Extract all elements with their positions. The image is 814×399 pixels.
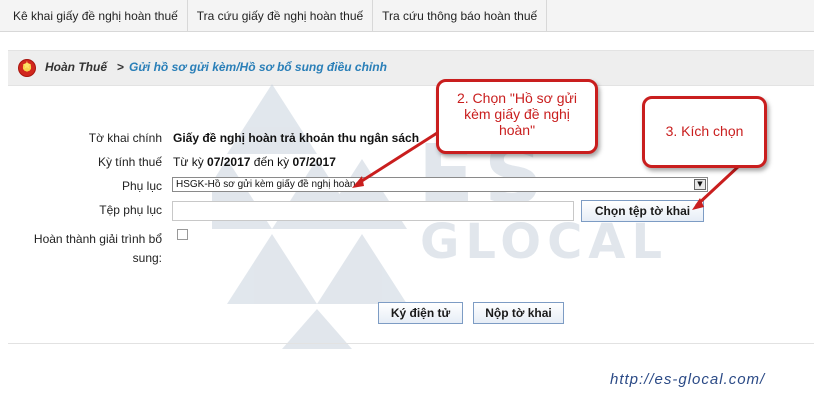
breadcrumb-separator: > — [117, 60, 125, 74]
tep-phu-luc-label: Tệp phụ lục — [99, 203, 162, 217]
ky-tinh-thue-value: Từ kỳ 07/2017 đến kỳ 07/2017 — [173, 155, 336, 169]
phu-luc-selected-value: HSGK-Hồ sơ gửi kèm giấy đề nghị hoàn — [176, 179, 356, 190]
tab-tra-cuu-thong-bao[interactable]: Tra cứu thông báo hoàn thuế — [373, 0, 548, 32]
callout-step-2: 2. Chọn "Hồ sơ gửi kèm giấy đề nghị hoàn… — [436, 79, 598, 154]
phu-luc-label: Phụ lục — [121, 179, 162, 193]
national-emblem-icon — [18, 59, 36, 77]
hoan-thanh-label-line2: sung: — [132, 251, 162, 265]
hoan-thanh-label: Hoàn thành giải trình bổ sung: — [8, 230, 162, 268]
submit-button[interactable]: Nộp tờ khai — [473, 302, 564, 324]
watermark-glocal: GLOCAL — [420, 214, 669, 270]
hoan-thanh-checkbox[interactable] — [177, 229, 188, 240]
callout-step-3: 3. Kích chọn — [642, 96, 767, 168]
chevron-down-icon[interactable]: ▼ — [694, 179, 706, 190]
ky-from: 07/2017 — [207, 155, 251, 169]
ky-from-prefix: Từ kỳ — [173, 155, 204, 169]
watermark-url: http://es-glocal.com/ — [610, 371, 766, 388]
phu-luc-select[interactable]: HSGK-Hồ sơ gửi kèm giấy đề nghị hoàn ▼ — [172, 177, 708, 192]
tab-ke-khai[interactable]: Kê khai giấy đề nghị hoàn thuế — [0, 0, 188, 32]
ky-tinh-thue-label: Kỳ tính thuế — [97, 155, 162, 169]
to-khai-label: Tờ khai chính — [88, 131, 162, 145]
tep-phu-luc-field[interactable] — [172, 201, 574, 221]
breadcrumb-root[interactable]: Hoàn Thuế — [45, 60, 107, 74]
footer-divider — [8, 343, 814, 344]
tab-bar: Kê khai giấy đề nghị hoàn thuế Tra cứu g… — [0, 0, 814, 32]
ky-to-prefix: đến kỳ — [253, 155, 290, 169]
hoan-thanh-label-line1: Hoàn thành giải trình bổ — [33, 232, 162, 246]
breadcrumb: Hoàn Thuế > Gửi hồ sơ gửi kèm/Hồ sơ bổ s… — [8, 50, 814, 86]
ky-to: 07/2017 — [292, 155, 336, 169]
tab-tra-cuu-giay-de-nghi[interactable]: Tra cứu giấy đề nghị hoàn thuế — [188, 0, 374, 32]
sign-button[interactable]: Ký điện tử — [378, 302, 463, 324]
choose-file-button[interactable]: Chọn tệp tờ khai — [581, 200, 704, 222]
to-khai-value: Giấy đề nghị hoàn trả khoản thu ngân sác… — [173, 131, 420, 145]
breadcrumb-current: Gửi hồ sơ gửi kèm/Hồ sơ bổ sung điều chỉ… — [129, 60, 387, 74]
